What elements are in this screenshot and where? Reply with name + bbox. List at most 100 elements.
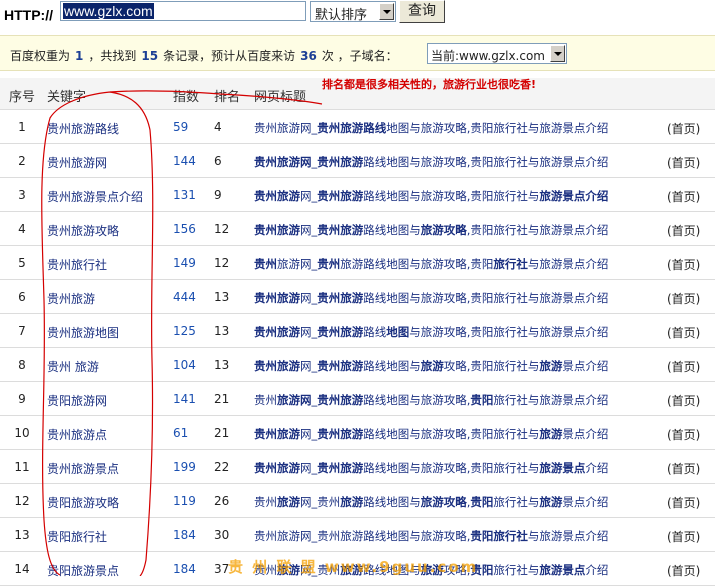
- row-page-title-link[interactable]: 贵州旅游网_贵州旅游路线地图与旅游攻略,贵阳旅行社与旅游景点介绍: [254, 154, 608, 170]
- weight-value: 1: [75, 49, 84, 63]
- query-button[interactable]: 查询: [399, 0, 445, 23]
- title-segment: 贵州: [317, 257, 341, 271]
- result-summary-bar: 百度权重为 1 ，共找到 15 条记录，预计从百度来访 36 次 ，子域名： 当前:www.…: [0, 35, 715, 71]
- title-segment: 贵州旅游网_贵州旅游路线地图与旅游攻略,: [254, 529, 471, 543]
- watermark: 贵 州 联 盟 www.9guu.com: [228, 558, 479, 576]
- row-search-index[interactable]: 141: [173, 392, 196, 406]
- row-home-tag: (首页): [667, 292, 701, 306]
- row-rank: 12: [214, 256, 230, 270]
- title-segment: 贵州旅游: [254, 461, 300, 475]
- row-home-tag: (首页): [667, 190, 701, 204]
- header-rank[interactable]: 排名: [214, 86, 240, 105]
- row-page-title-link[interactable]: 贵州旅游网_贵州旅游路线地图与旅游攻略,贵阳旅行社与旅游景点介绍: [254, 528, 608, 544]
- title-segment: 介绍: [585, 461, 609, 475]
- subdomain-select[interactable]: 当前:www.gzlx.com: [427, 43, 567, 64]
- row-page-title-link[interactable]: 贵州旅游网_贵州旅游路线地图与旅游攻略,贵阳旅行社与旅游景点介绍: [254, 256, 608, 272]
- title-segment: 网_: [300, 189, 318, 203]
- row-index: 13: [14, 528, 30, 542]
- row-page-title-link[interactable]: 贵州旅游网_贵州旅游路线地图与旅游攻略,贵阳旅行社与旅游景点介绍: [254, 358, 608, 374]
- title-segment: 旅游网_: [277, 257, 318, 271]
- row-rank: 9: [214, 188, 222, 202]
- title-segment: 贵州: [254, 495, 277, 509]
- title-segment: 网_: [300, 359, 318, 373]
- sort-select-value: 默认排序: [315, 8, 368, 23]
- row-keyword[interactable]: 贵阳旅游景点: [47, 562, 119, 579]
- title-segment: 旅游: [539, 495, 563, 509]
- row-keyword[interactable]: 贵阳旅游网: [47, 392, 107, 409]
- row-home-tag: (首页): [667, 156, 701, 170]
- row-keyword[interactable]: 贵州旅游景点: [47, 460, 119, 477]
- row-search-index[interactable]: 119: [173, 494, 196, 508]
- title-segment: 景点介绍: [562, 495, 609, 509]
- row-keyword[interactable]: 贵州旅行社: [47, 256, 107, 273]
- row-page-title-link[interactable]: 贵州旅游网_贵州旅游路线地图与旅游攻略,贵阳旅行社与旅游景点介绍: [254, 324, 608, 340]
- row-index: 4: [18, 222, 26, 236]
- table-row: 3 贵州旅游景点介绍 131 9 (首页) 贵州旅游网_贵州旅游路线地图与旅游攻略,贵阳旅…: [0, 178, 715, 212]
- title-segment: 旅行社与旅游景点介绍: [493, 393, 609, 407]
- row-search-index[interactable]: 184: [173, 562, 196, 576]
- title-segment: 贵州旅游网_: [254, 121, 318, 135]
- row-search-index[interactable]: 125: [173, 324, 196, 338]
- title-segment: 路线地图与旅游攻略,贵阳旅行社与旅游景点介绍: [363, 291, 609, 305]
- row-keyword[interactable]: 贵州旅游路线: [47, 120, 119, 137]
- row-search-index[interactable]: 59: [173, 120, 188, 134]
- title-segment: 旅游景点介绍: [539, 189, 609, 203]
- subdomain-select-value: 当前:www.gzlx.com: [431, 49, 545, 63]
- table-row: 10 贵州旅游点 61 21 (首页) 贵州旅游网_贵州旅游路线地图与旅游攻略,贵阳旅行社…: [0, 416, 715, 450]
- title-segment: 地图: [386, 325, 410, 339]
- row-page-title-link[interactable]: 贵州旅游网_贵州旅游路线地图与旅游攻略,贵阳旅行社与旅游景点介绍: [254, 494, 608, 510]
- row-keyword[interactable]: 贵州旅游: [47, 290, 95, 307]
- row-index: 3: [18, 188, 26, 202]
- row-page-title-link[interactable]: 贵州旅游网_贵州旅游路线地图与旅游攻略,贵阳旅行社与旅游景点介绍: [254, 290, 608, 306]
- header-keyword[interactable]: 关键字: [47, 86, 86, 105]
- row-search-index[interactable]: 131: [173, 188, 196, 202]
- row-keyword[interactable]: 贵州旅游地图: [47, 324, 119, 341]
- sort-select[interactable]: 默认排序: [310, 1, 396, 23]
- row-page-title-link[interactable]: 贵州旅游网_贵州旅游路线地图与旅游攻略,贵阳旅行社与旅游景点介绍: [254, 426, 608, 442]
- records-label: 条记录，预计从百度来访: [163, 49, 296, 63]
- annotation-note: 排名都是很多相关性的，旅游行业也很吃香!: [322, 78, 537, 91]
- chevron-down-icon[interactable]: [550, 45, 565, 62]
- row-rank: 4: [214, 120, 222, 134]
- row-keyword[interactable]: 贵州旅游网: [47, 154, 107, 171]
- row-keyword[interactable]: 贵州旅游点: [47, 426, 107, 443]
- row-search-index[interactable]: 104: [173, 358, 196, 372]
- row-page-title-link[interactable]: 贵州旅游网_贵州旅游路线地图与旅游攻略,贵阳旅行社与旅游景点介绍: [254, 222, 608, 238]
- row-search-index[interactable]: 61: [173, 426, 188, 440]
- row-index: 7: [18, 324, 26, 338]
- row-search-index[interactable]: 149: [173, 256, 196, 270]
- title-segment: 路线地图与旅游攻略,: [363, 393, 471, 407]
- url-input[interactable]: www.gzlx.com: [60, 1, 306, 21]
- row-page-title-link[interactable]: 贵州旅游网_贵州旅游路线地图与旅游攻略,贵阳旅行社与旅游景点介绍: [254, 460, 608, 476]
- row-page-title-link[interactable]: 贵州旅游网_贵州旅游路线地图与旅游攻略,贵阳旅行社与旅游景点介绍: [254, 392, 608, 408]
- row-search-index[interactable]: 144: [173, 154, 196, 168]
- row-keyword[interactable]: 贵阳旅游攻略: [47, 494, 119, 511]
- title-segment: 贵州旅游: [254, 359, 300, 373]
- row-page-title-link[interactable]: 贵州旅游网_贵州旅游路线地图与旅游攻略,贵阳旅行社与旅游景点介绍: [254, 188, 608, 204]
- title-segment: 与旅游景点介绍: [527, 257, 609, 271]
- row-keyword[interactable]: 贵阳旅行社: [47, 528, 107, 545]
- title-segment: 旅行社与: [493, 495, 540, 509]
- row-rank: 6: [214, 154, 222, 168]
- visits-label: 次 ，子域名：: [321, 49, 398, 63]
- row-keyword[interactable]: 贵州旅游景点介绍: [47, 188, 143, 205]
- title-segment: 贵阳: [470, 393, 494, 407]
- row-keyword[interactable]: 贵州 旅游: [47, 358, 99, 375]
- title-segment: 路线地图与: [363, 359, 421, 373]
- row-page-title-link[interactable]: 贵州旅游网_贵州旅游路线地图与旅游攻略,贵阳旅行社与旅游景点介绍: [254, 120, 608, 136]
- chevron-down-icon[interactable]: [379, 3, 394, 20]
- row-search-index[interactable]: 199: [173, 460, 196, 474]
- header-index[interactable]: 指数: [173, 86, 199, 105]
- title-segment: 网_: [300, 325, 318, 339]
- row-search-index[interactable]: 156: [173, 222, 196, 236]
- row-search-index[interactable]: 444: [173, 290, 196, 304]
- table-row: 5 贵州旅行社 149 12 (首页) 贵州旅游网_贵州旅游路线地图与旅游攻略,贵阳旅行社…: [0, 246, 715, 280]
- row-home-tag: (首页): [667, 224, 701, 238]
- table-row: 11 贵州旅游景点 199 22 (首页) 贵州旅游网_贵州旅游路线地图与旅游攻略,贵阳旅…: [0, 450, 715, 484]
- title-segment: 路线: [363, 325, 387, 339]
- row-search-index[interactable]: 184: [173, 528, 196, 542]
- row-rank: 37: [214, 562, 230, 576]
- title-segment: 贵州旅游: [317, 461, 364, 475]
- title-segment: 介绍: [585, 563, 609, 577]
- row-keyword[interactable]: 贵州旅游攻略: [47, 222, 119, 239]
